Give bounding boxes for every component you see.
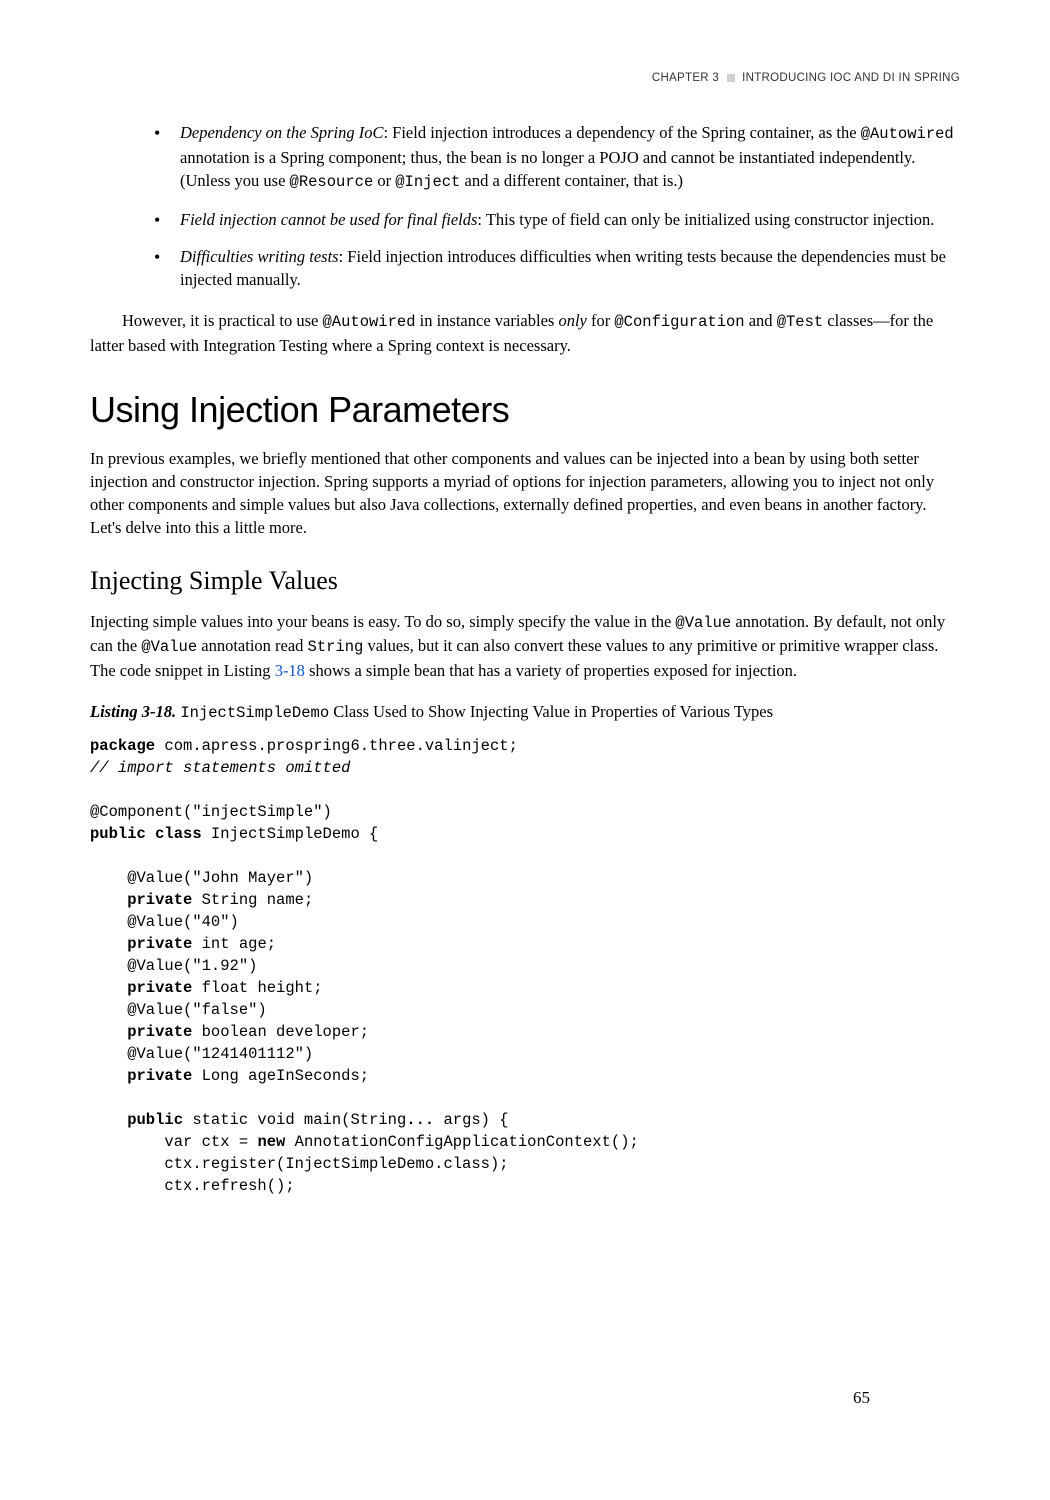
text: However, it is practical to use — [122, 311, 322, 330]
bullet-text: and a different container, that is.) — [460, 171, 683, 190]
code-text: @Component("injectSimple") — [90, 803, 332, 821]
code-text: AnnotationConfigApplicationContext(); — [285, 1133, 638, 1151]
text: in instance variables — [416, 311, 559, 330]
listing-caption-text: Class Used to Show Injecting Value in Pr… — [329, 702, 773, 721]
code-text: com.apress.prospring6.three.valinject; — [155, 737, 518, 755]
text: shows a simple bean that has a variety o… — [305, 661, 797, 680]
bullet-term: Dependency on the Spring IoC — [180, 123, 383, 142]
code-text: args) { — [434, 1111, 508, 1129]
paragraph: However, it is practical to use @Autowir… — [90, 309, 960, 357]
inline-code: @Autowired — [861, 125, 954, 143]
code-text: Long ageInSeconds; — [192, 1067, 369, 1085]
inline-code: @Resource — [290, 173, 374, 191]
text: and — [745, 311, 777, 330]
inline-code: @Test — [777, 313, 824, 331]
inline-code: @Autowired — [322, 313, 415, 331]
listing-link[interactable]: 3-18 — [275, 661, 305, 680]
bullet-list: Dependency on the Spring IoC: Field inje… — [150, 121, 960, 291]
italic-text: only — [558, 311, 586, 330]
code-keyword: private — [90, 1023, 192, 1041]
code-keyword: private — [90, 891, 192, 909]
code-text: int age; — [192, 935, 276, 953]
listing-caption: Listing 3-18. InjectSimpleDemo Class Use… — [90, 700, 960, 725]
subsection-heading: Injecting Simple Values — [90, 563, 960, 599]
inline-code: @Value — [141, 638, 197, 656]
paragraph: Injecting simple values into your beans … — [90, 610, 960, 682]
code-text: static void main(String — [183, 1111, 406, 1129]
code-text: InjectSimpleDemo { — [202, 825, 379, 843]
chapter-prefix: CHAPTER 3 — [652, 72, 719, 84]
code-keyword: private — [90, 979, 192, 997]
code-text: ctx.register(InjectSimpleDemo.class); — [90, 1155, 509, 1173]
section-heading: Using Injection Parameters — [90, 385, 960, 435]
bullet-term: Difficulties writing tests — [180, 247, 339, 266]
listing-label: Listing 3-18. — [90, 702, 176, 721]
code-keyword: package — [90, 737, 155, 755]
code-keyword: private — [90, 1067, 192, 1085]
code-text: float height; — [192, 979, 322, 997]
list-item: Difficulties writing tests: Field inject… — [150, 245, 960, 291]
code-keyword: public — [90, 1111, 183, 1129]
chapter-title: INTRODUCING IOC AND DI IN SPRING — [742, 72, 960, 84]
code-text: ctx.refresh(); — [90, 1177, 295, 1195]
inline-code: @Value — [675, 614, 731, 632]
inline-code: @Inject — [395, 173, 460, 191]
inline-code: String — [308, 638, 364, 656]
text: for — [587, 311, 615, 330]
inline-code: @Configuration — [614, 313, 744, 331]
code-block: package com.apress.prospring6.three.vali… — [90, 735, 960, 1197]
code-text: @Value("1.92") — [90, 957, 257, 975]
code-keyword: private — [90, 935, 192, 953]
code-text: var ctx = — [90, 1133, 257, 1151]
bullet-text: : Field injection introduces a dependenc… — [383, 123, 860, 142]
code-text: boolean developer; — [192, 1023, 369, 1041]
code-text: String name; — [192, 891, 313, 909]
code-text: @Value("1241401112") — [90, 1045, 313, 1063]
code-text: @Value("false") — [90, 1001, 267, 1019]
paragraph: In previous examples, we briefly mention… — [90, 447, 960, 539]
page-number: 65 — [853, 1386, 870, 1410]
text: Injecting simple values into your beans … — [90, 612, 675, 631]
bullet-term: Field injection cannot be used for final… — [180, 210, 477, 229]
bullet-text: : This type of field can only be initial… — [477, 210, 934, 229]
listing-class-name: InjectSimpleDemo — [180, 704, 329, 722]
code-keyword: public class — [90, 825, 202, 843]
code-text: @Value("40") — [90, 913, 239, 931]
code-comment: // import statements omitted — [90, 759, 350, 777]
text: annotation read — [197, 636, 307, 655]
code-keyword: ... — [406, 1111, 434, 1129]
list-item: Dependency on the Spring IoC: Field inje… — [150, 121, 960, 193]
code-keyword: new — [257, 1133, 285, 1151]
bullet-text: or — [373, 171, 395, 190]
list-item: Field injection cannot be used for final… — [150, 208, 960, 231]
code-text: @Value("John Mayer") — [90, 869, 313, 887]
header-divider-icon — [727, 74, 735, 82]
page-header: CHAPTER 3 INTRODUCING IOC AND DI IN SPRI… — [90, 70, 960, 86]
